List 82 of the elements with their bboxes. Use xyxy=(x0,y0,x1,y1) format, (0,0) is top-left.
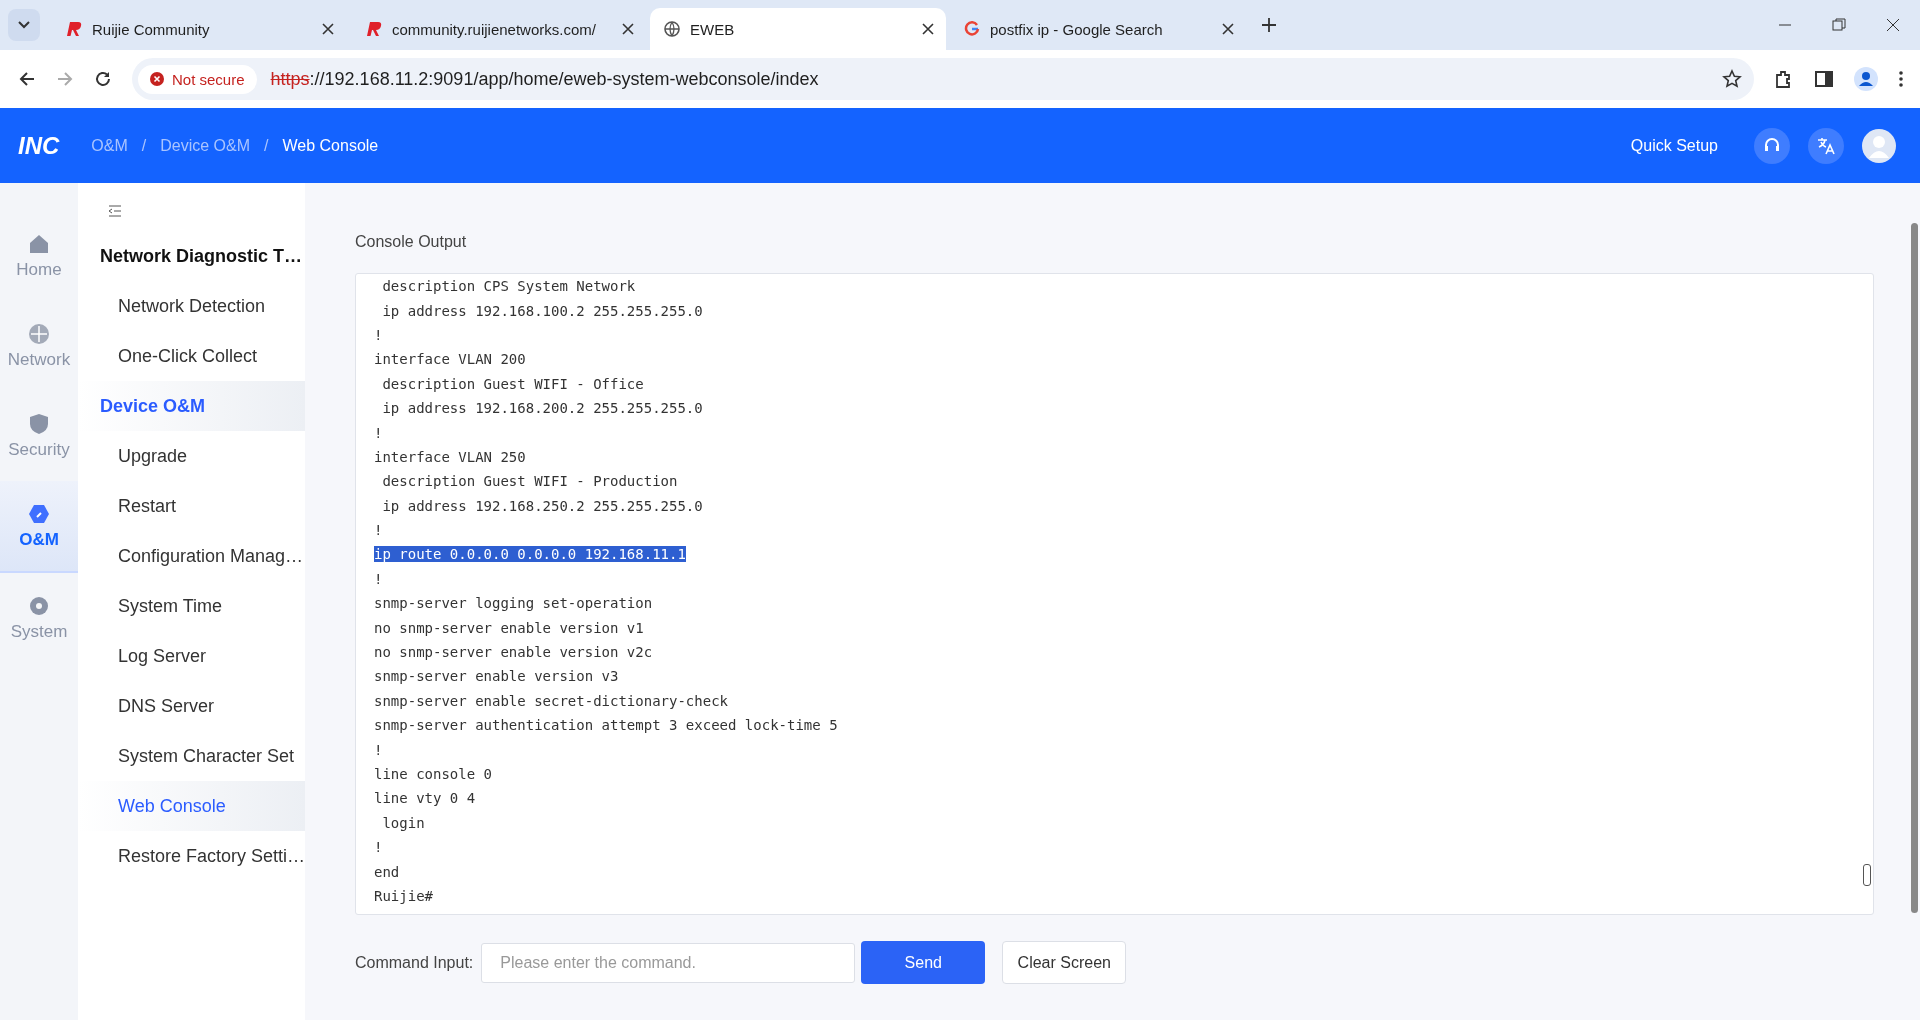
close-icon[interactable] xyxy=(1886,18,1900,32)
breadcrumb-separator: / xyxy=(141,136,147,155)
send-button[interactable]: Send xyxy=(861,941,986,984)
url-text: https://192.168.11.2:9091/app/home/eweb-system-webconsole/index xyxy=(270,68,820,90)
console-line: end xyxy=(374,863,400,880)
console-line: interface VLAN 200 xyxy=(374,351,526,368)
close-icon[interactable] xyxy=(322,23,334,35)
console-line: ! xyxy=(374,522,383,539)
command-label: Command Input: xyxy=(355,953,474,972)
address-bar[interactable]: Not secure https://192.168.11.2:9091/app/home/eweb-system-webconsole/index xyxy=(132,58,1754,100)
sidebar-item[interactable]: System Time xyxy=(78,581,305,631)
console-line: ! xyxy=(374,839,383,856)
back-icon[interactable] xyxy=(18,70,36,88)
page-scrollbar[interactable] xyxy=(1911,223,1918,913)
sidebar-item[interactable]: Restore Factory Setti… xyxy=(78,831,305,881)
restore-icon[interactable] xyxy=(1832,18,1846,32)
console-line: ! xyxy=(374,741,383,758)
console-line: snmp-server enable version v3 xyxy=(374,668,619,685)
console-line: interface VLAN 250 xyxy=(374,448,526,465)
sidebar-item[interactable]: DNS Server xyxy=(78,681,305,731)
console-line: ! xyxy=(374,326,383,343)
sidebar-item[interactable]: Restart xyxy=(78,481,305,531)
reload-icon[interactable] xyxy=(94,70,112,88)
console-line: ip address 192.168.250.2 255.255.255.0 xyxy=(381,497,703,514)
browser-tab[interactable]: postfix ip - Google Search xyxy=(950,8,1246,50)
avatar-icon[interactable] xyxy=(1862,128,1896,163)
console-line: login xyxy=(381,814,425,831)
g-logo-icon xyxy=(964,21,980,37)
globe-icon xyxy=(27,322,51,346)
more-icon[interactable] xyxy=(1898,70,1904,88)
close-icon[interactable] xyxy=(622,23,634,35)
profile-icon[interactable] xyxy=(1854,67,1878,91)
close-icon[interactable] xyxy=(922,23,934,35)
console-line: snmp-server authentication attempt 3 exceed lock-time 5 xyxy=(374,717,838,734)
console-line: snmp-server logging set-operation xyxy=(374,595,653,612)
sidebar-item[interactable]: System Character Set xyxy=(78,731,305,781)
tab-search-button[interactable] xyxy=(8,9,40,41)
console-line: description Guest WIFI - Production xyxy=(381,473,678,490)
section-title: Console Output xyxy=(355,233,468,251)
console-line: description Guest WIFI - Office xyxy=(381,375,644,392)
console-line: line console 0 xyxy=(374,766,492,782)
console-line: no snmp-server enable version v1 xyxy=(374,619,644,636)
sidebar-item[interactable]: Configuration Manag… xyxy=(78,531,305,581)
console-line: Ruijie# xyxy=(374,887,433,904)
console-line: ip address 192.168.100.2 255.255.255.0 xyxy=(381,302,703,319)
nav-rail-item[interactable]: O&M xyxy=(0,481,78,573)
security-badge[interactable]: Not secure xyxy=(138,64,257,94)
close-icon[interactable] xyxy=(1222,23,1234,35)
command-input[interactable]: Please enter the command. xyxy=(481,942,856,983)
house-icon xyxy=(27,232,51,256)
browser-tab[interactable]: Ruijie Community xyxy=(50,8,346,50)
caret-icon xyxy=(18,21,30,29)
console-line: ip address 192.168.200.2 255.255.255.0 xyxy=(381,400,703,417)
collapse-icon[interactable] xyxy=(108,205,122,217)
console-line: description CPS System Network xyxy=(381,278,636,295)
headset-icon[interactable] xyxy=(1754,127,1790,164)
quick-setup-link[interactable]: Quick Setup xyxy=(1630,136,1718,155)
new-tab-icon[interactable] xyxy=(1262,18,1276,32)
console-line: no snmp-server enable version v2c xyxy=(374,644,653,661)
sidebar-item[interactable]: Network Diagnostic T… xyxy=(78,231,305,281)
scrollbar-thumb[interactable] xyxy=(1863,864,1871,886)
side-panel-icon[interactable] xyxy=(1814,69,1834,89)
breadcrumb-separator: / xyxy=(264,136,269,155)
browser-tab[interactable]: community.ruijienetworks.com/ xyxy=(350,8,646,50)
shield-icon xyxy=(27,412,51,436)
clear-screen-button[interactable]: Clear Screen xyxy=(1002,941,1127,984)
logo: INC xyxy=(18,131,60,160)
sidebar-item[interactable]: Network Detection xyxy=(78,281,305,331)
browser-tab[interactable]: EWEB xyxy=(650,8,946,50)
console-line: line vty 0 4 xyxy=(374,790,476,807)
star-icon[interactable] xyxy=(1722,69,1742,89)
console-line: ! xyxy=(374,424,383,441)
translate-icon[interactable] xyxy=(1808,127,1844,164)
globe-icon xyxy=(664,21,680,37)
settings-icon xyxy=(27,594,51,618)
r-logo-icon xyxy=(64,21,82,37)
r-logo-icon xyxy=(364,21,382,37)
console-line: ! xyxy=(374,570,383,587)
sidebar-item[interactable]: Log Server xyxy=(78,631,305,681)
sidebar-item[interactable]: Upgrade xyxy=(78,431,305,481)
sidebar-item[interactable]: One-Click Collect xyxy=(78,331,305,381)
console-line: snmp-server enable secret-dictionary-check xyxy=(374,692,728,709)
